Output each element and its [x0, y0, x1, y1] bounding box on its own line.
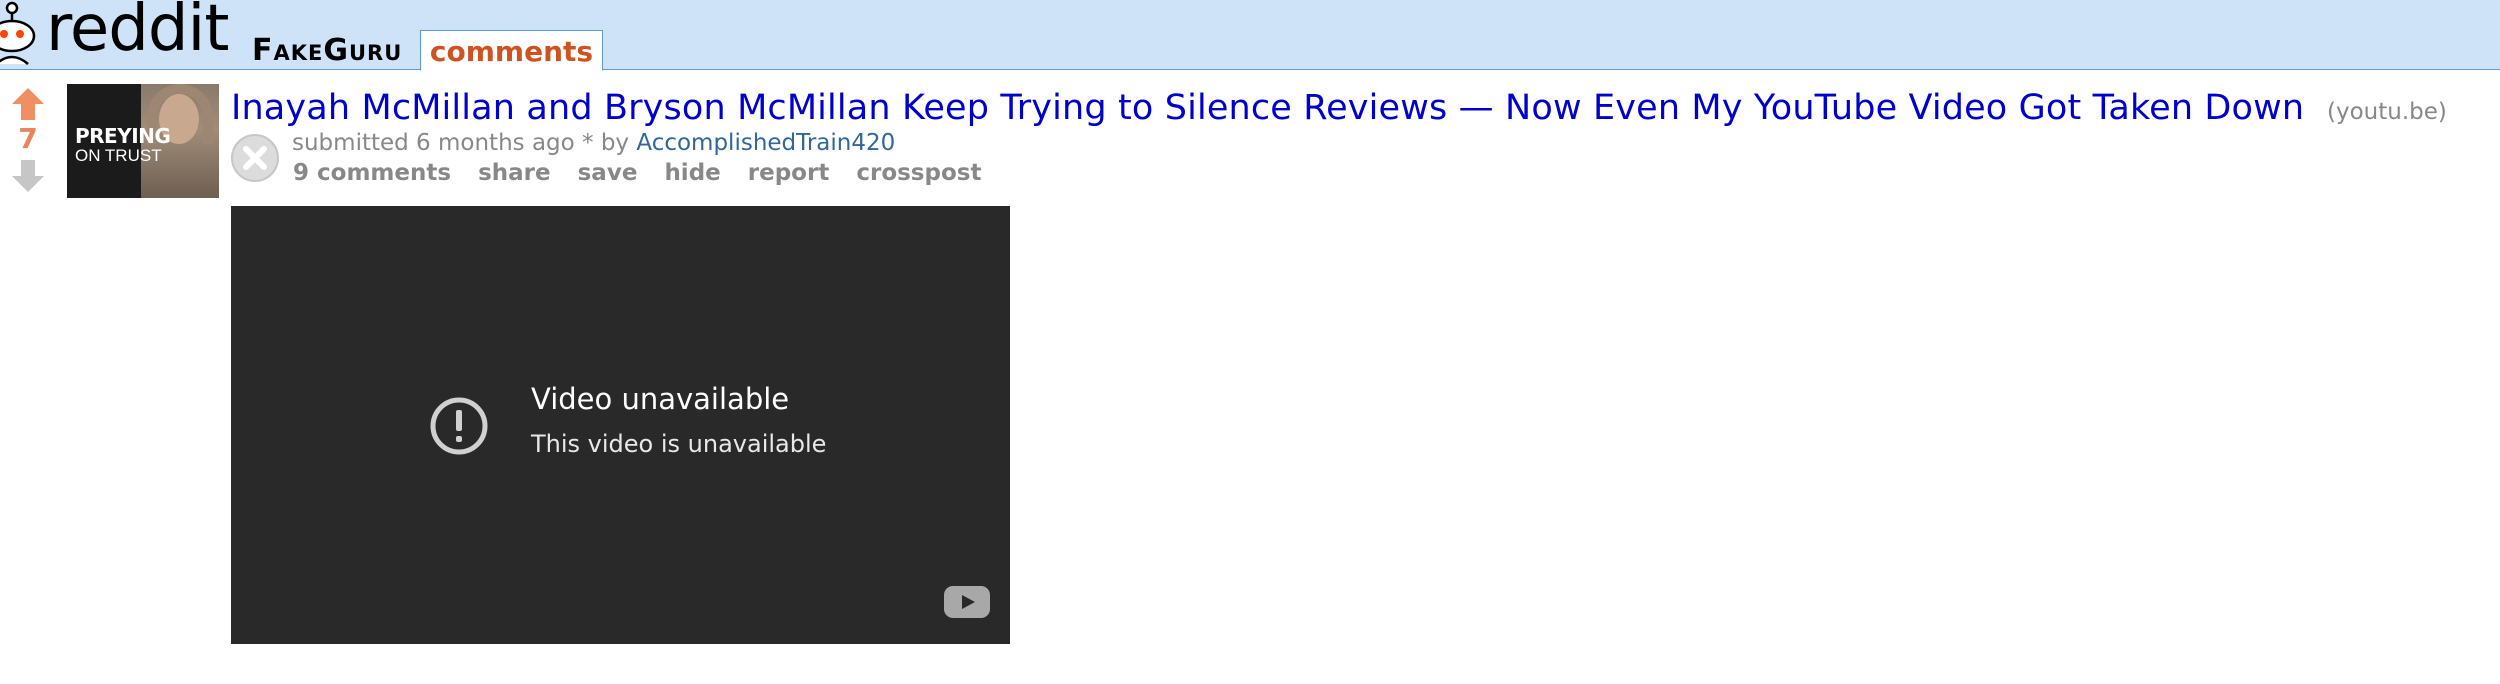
upvote-arrow-icon[interactable]	[10, 86, 46, 122]
site-header: reddit FakeGuru comments	[0, 0, 2500, 71]
thumbnail-caption-line2: ON TRUST	[75, 146, 162, 165]
author-link[interactable]: AccomplishedTrain420	[636, 130, 895, 156]
video-unavailable-subtitle: This video is unavailable	[531, 430, 827, 458]
score: 7	[18, 122, 38, 155]
tab-comments[interactable]: comments	[420, 30, 603, 71]
vote-column: 7	[10, 86, 46, 196]
downvote-arrow-icon[interactable]	[10, 158, 46, 194]
post-thumbnail[interactable]: PREYING ON TRUST	[67, 84, 219, 198]
post-title-link[interactable]: Inayah McMillan and Bryson McMillan Keep…	[231, 86, 2304, 130]
hide-button[interactable]: hide	[664, 160, 720, 186]
comments-button[interactable]: 9 comments	[293, 160, 451, 186]
save-button[interactable]: save	[578, 160, 638, 186]
reddit-alien-icon[interactable]	[0, 0, 38, 68]
post-tagline: submitted 6 months ago * by Accomplished…	[292, 128, 895, 158]
alert-circle-icon	[430, 397, 488, 455]
reddit-wordmark[interactable]: reddit	[46, 0, 229, 66]
submitted-text: submitted 6 months ago * by	[292, 130, 630, 156]
video-unavailable-title: Video unavailable	[531, 382, 790, 416]
thumbnail-caption-line1: PREYING	[75, 124, 171, 148]
video-player[interactable]: Video unavailable This video is unavaila…	[231, 206, 1010, 644]
close-circle-icon[interactable]	[230, 133, 280, 183]
subreddit-name[interactable]: FakeGuru	[252, 34, 402, 68]
share-button[interactable]: share	[478, 160, 551, 186]
crosspost-button[interactable]: crosspost	[856, 160, 981, 186]
post-domain[interactable]: (youtu.be)	[2327, 99, 2447, 125]
youtube-logo-icon[interactable]	[944, 586, 990, 618]
post-buttons: 9 comments share save hide report crossp…	[293, 158, 1000, 188]
report-button[interactable]: report	[748, 160, 830, 186]
